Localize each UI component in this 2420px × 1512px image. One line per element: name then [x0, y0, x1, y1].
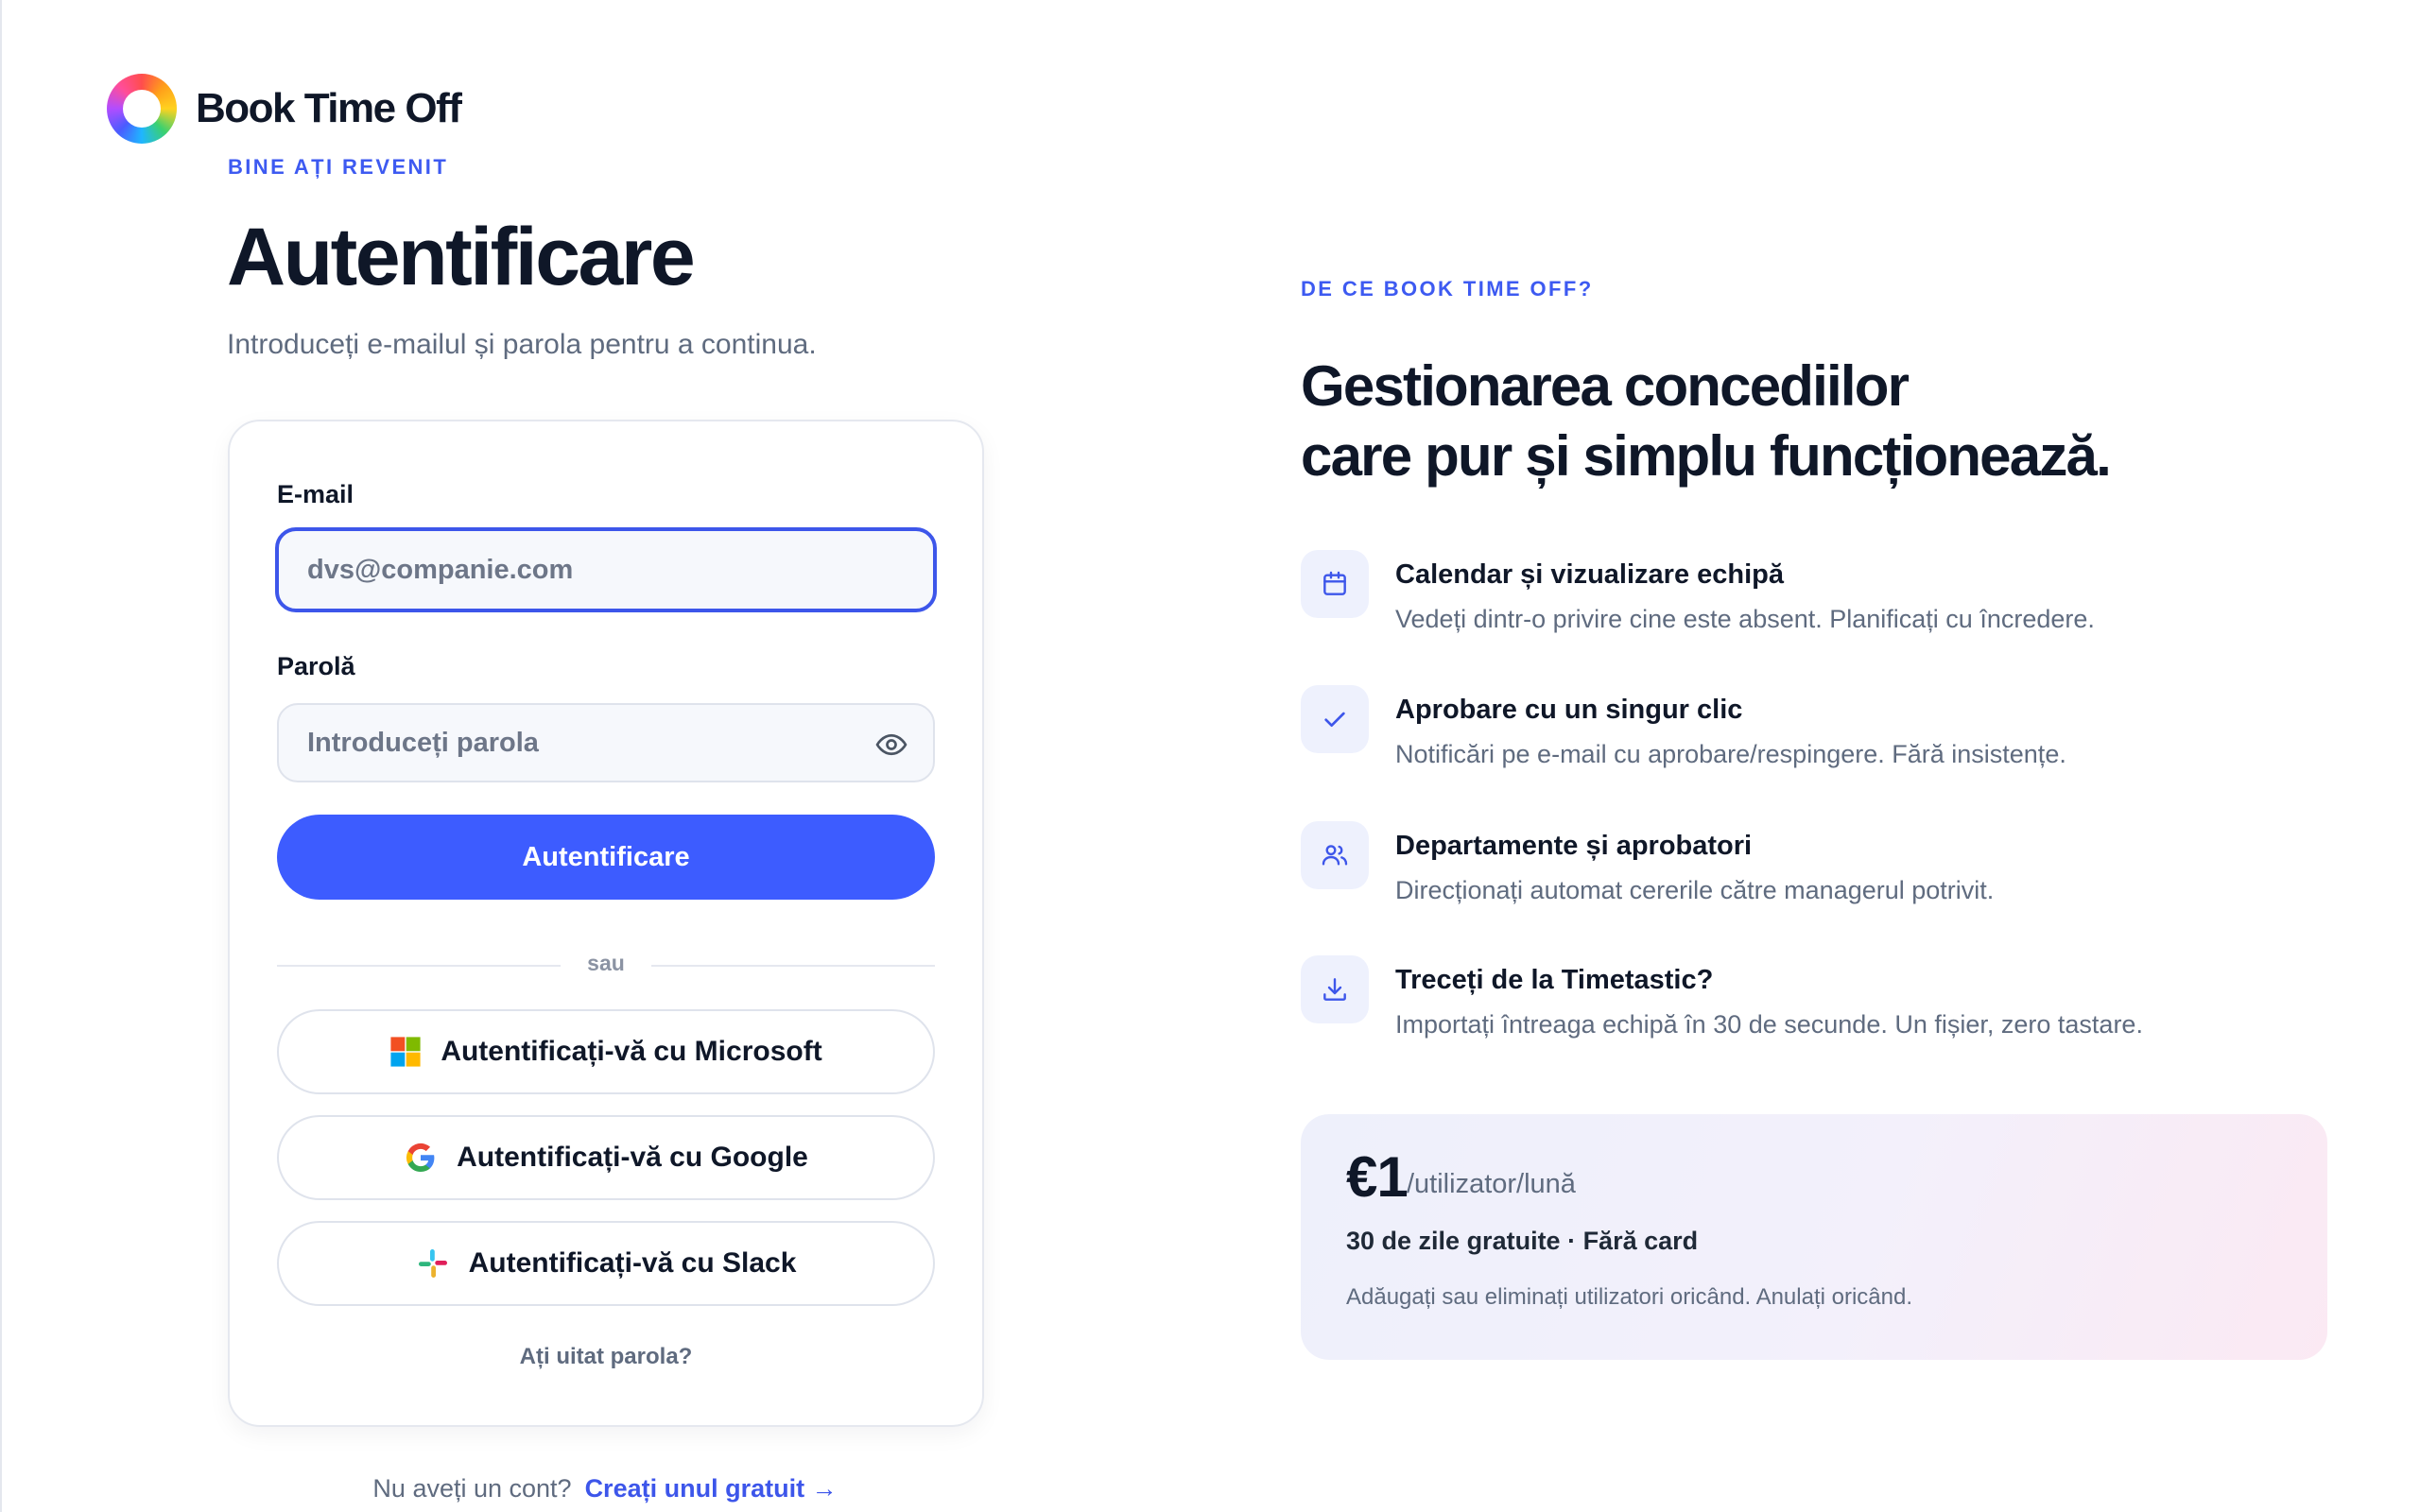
- slack-sign-in-label: Autentificați-vă cu Slack: [468, 1247, 797, 1279]
- google-sign-in-label: Autentificați-vă cu Google: [457, 1142, 808, 1173]
- feature-description: Vedeți dintr-o privire cine este absent.…: [1395, 605, 2095, 633]
- calendar-icon: [1301, 550, 1369, 618]
- download-icon: [1301, 955, 1369, 1023]
- brand-logo[interactable]: Book Time Off: [107, 74, 462, 144]
- feature-item: Aprobare cu un singur clic Notificări pe…: [1301, 685, 2341, 789]
- password-field-wrapper: [277, 703, 935, 782]
- or-divider: sau: [277, 951, 935, 979]
- google-icon: [404, 1141, 438, 1175]
- feature-title: Departamente și aprobatori: [1395, 831, 1753, 861]
- feature-description: Direcționați automat cererile către mana…: [1395, 876, 1995, 904]
- feature-title: Calendar și vizualizare echipă: [1395, 559, 1785, 590]
- price-amount: €1: [1346, 1145, 1409, 1209]
- microsoft-sign-in-button[interactable]: Autentificați-vă cu Microsoft: [277, 1009, 935, 1094]
- eye-icon[interactable]: [874, 728, 908, 762]
- slack-sign-in-button[interactable]: Autentificați-vă cu Slack: [277, 1221, 935, 1306]
- divider-text: sau: [587, 951, 625, 975]
- pricing-card: €1 /utilizator/lună 30 de zile gratuite …: [1301, 1114, 2327, 1360]
- why-title-line2: care pur și simplu funcționează.: [1301, 424, 2112, 488]
- logo-ring-icon: [107, 74, 177, 144]
- why-title-line1: Gestionarea concediilor: [1301, 354, 1910, 418]
- email-field[interactable]: [279, 554, 933, 586]
- price-trial: 30 de zile gratuite · Fără card: [1346, 1227, 1699, 1255]
- price-unit: /utilizator/lună: [1407, 1169, 1576, 1199]
- price-note: Adăugați sau eliminați utilizatori oricâ…: [1346, 1284, 1913, 1310]
- password-label: Parolă: [277, 652, 355, 680]
- feature-title: Treceți de la Timetastic?: [1395, 965, 1714, 995]
- page-title: Autentificare: [227, 212, 696, 302]
- feature-item: Departamente și aprobatori Direcționați …: [1301, 821, 2341, 925]
- slack-icon: [416, 1246, 450, 1280]
- password-field[interactable]: [279, 727, 933, 759]
- microsoft-icon: [389, 1036, 422, 1068]
- page-subtitle: Introduceți e-mailul și parola pentru a …: [227, 329, 817, 360]
- why-title: Gestionarea concediilor care pur și simp…: [1301, 352, 2112, 491]
- signup-prompt: Nu aveți un cont?: [372, 1474, 572, 1503]
- feature-title: Aprobare cu un singur clic: [1395, 695, 1743, 725]
- forgot-password-link[interactable]: Ați uitat parola?: [230, 1344, 982, 1370]
- email-field-wrapper: [275, 527, 937, 612]
- login-eyebrow: BINE AȚI REVENIT: [228, 155, 449, 179]
- google-sign-in-button[interactable]: Autentificați-vă cu Google: [277, 1115, 935, 1200]
- signup-link[interactable]: Creați unul gratuit →: [585, 1474, 838, 1503]
- email-label: E-mail: [277, 480, 354, 508]
- microsoft-sign-in-label: Autentificați-vă cu Microsoft: [441, 1036, 822, 1067]
- why-eyebrow: DE CE BOOK TIME OFF?: [1301, 277, 1594, 301]
- feature-description: Notificări pe e-mail cu aprobare/resping…: [1395, 740, 2066, 768]
- check-icon: [1301, 685, 1369, 753]
- brand-name: Book Time Off: [196, 85, 462, 131]
- feature-description: Importați întreaga echipă în 30 de secun…: [1395, 1010, 2143, 1039]
- signup-row: Nu aveți un cont? Creați unul gratuit →: [227, 1474, 983, 1503]
- users-icon: [1301, 821, 1369, 889]
- feature-item: Calendar și vizualizare echipă Vedeți di…: [1301, 550, 2341, 654]
- login-card: E-mail Parolă Autentificare sau Autentif…: [228, 420, 984, 1427]
- feature-item: Treceți de la Timetastic? Importați într…: [1301, 955, 2341, 1059]
- window-edge: [0, 0, 2, 1512]
- divider-line-right: [651, 965, 935, 967]
- sign-in-button[interactable]: Autentificare: [277, 815, 935, 900]
